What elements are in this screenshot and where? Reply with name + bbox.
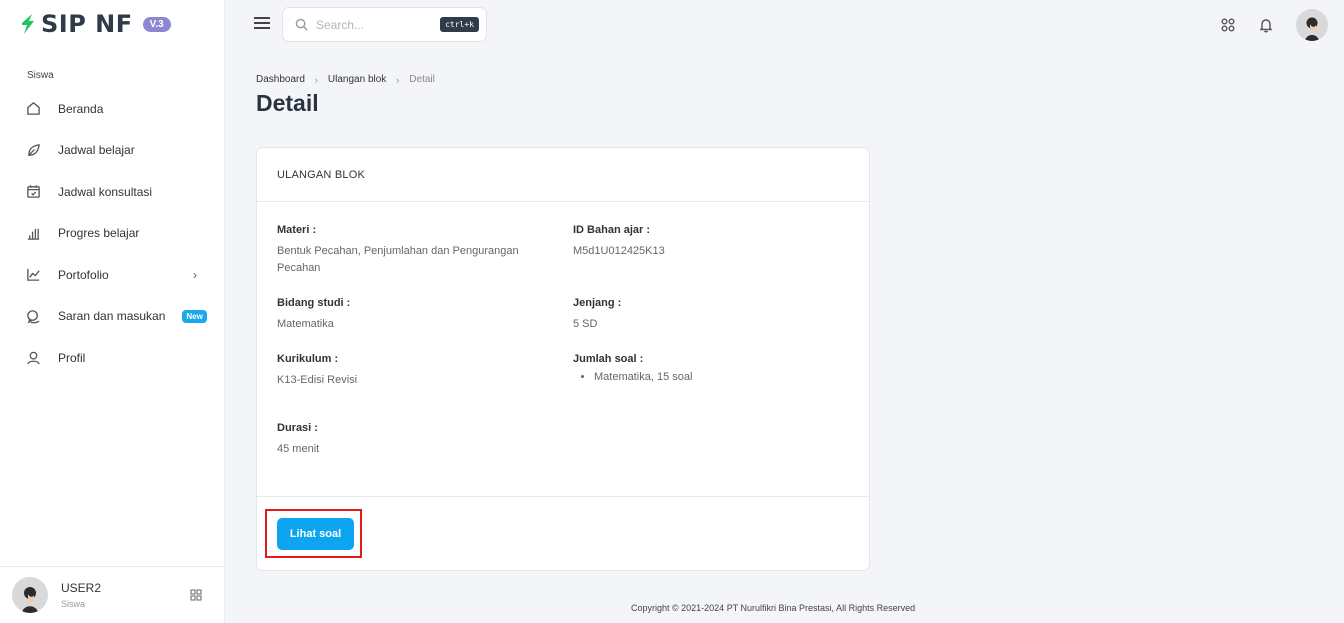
breadcrumb: Dashboard › Ulangan blok › Detail: [256, 74, 435, 85]
field-label: Materi :: [277, 224, 317, 236]
field-label: Kurikulum :: [277, 353, 339, 365]
field-value: K13-Edisi Revisi: [277, 374, 358, 386]
sidebar-item-saran-dan-masukan[interactable]: Saran dan masukan New: [0, 296, 224, 338]
field-value: M5d1U012425K13: [573, 245, 665, 257]
app-logo[interactable]: SIP NF V.3: [18, 10, 171, 38]
notification-bell-icon[interactable]: [1258, 17, 1274, 33]
sidebar-item-jadwal-belajar[interactable]: Jadwal belajar: [0, 130, 224, 172]
leaf-icon: [25, 142, 41, 158]
user-icon: [25, 350, 41, 366]
sidebar-item-progres-belajar[interactable]: Progres belajar: [0, 213, 224, 255]
chat-icon: [25, 308, 41, 324]
lihat-soal-button[interactable]: Lihat soal: [277, 518, 354, 550]
sidebar-user-box[interactable]: USER2 Siswa: [0, 566, 224, 623]
breadcrumb-separator-icon: ›: [396, 74, 400, 85]
sidebar-item-label: Progres belajar: [58, 226, 140, 241]
highlight-box: Lihat soal: [265, 509, 362, 558]
page-title: Detail: [256, 90, 319, 116]
breadcrumb-ulangan-blok[interactable]: Ulangan blok: [328, 74, 386, 85]
copyright-footer: Copyright © 2021-2024 PT Nurulfikri Bina…: [631, 603, 916, 613]
field-label: Durasi :: [277, 422, 318, 434]
breadcrumb-separator-icon: ›: [314, 74, 318, 85]
field-value: 45 menit: [277, 443, 320, 455]
profile-avatar[interactable]: [1296, 9, 1328, 41]
field-jumlah-soal: Jumlah soal : Matematika, 15 soal: [573, 353, 843, 383]
menu-toggle-icon[interactable]: [254, 17, 270, 31]
card-header: ULANGAN BLOK: [257, 148, 869, 202]
field-jenjang: Jenjang : 5 SD: [573, 297, 843, 333]
line-chart-icon: [25, 267, 41, 283]
sidebar: SIP NF V.3 Siswa Beranda Jadwal belajar …: [0, 0, 225, 623]
sidebar-item-profil[interactable]: Profil: [0, 337, 224, 379]
search-box[interactable]: ctrl+k: [282, 7, 487, 42]
field-kurikulum: Kurikulum : K13-Edisi Revisi: [277, 353, 547, 389]
logo-mark-icon: [22, 14, 34, 34]
field-value: Bentuk Pecahan, Penjumlahan dan Penguran…: [277, 245, 519, 274]
field-materi: Materi : Bentuk Pecahan, Penjumlahan dan…: [277, 224, 547, 277]
user-name: USER2: [61, 581, 102, 595]
apps-grid-icon[interactable]: [1220, 17, 1236, 33]
field-label: Jenjang :: [573, 297, 622, 309]
sidebar-item-jadwal-konsultasi[interactable]: Jadwal konsultasi: [0, 171, 224, 213]
field-label: Bidang studi :: [277, 297, 351, 309]
sidebar-item-label: Profil: [58, 350, 86, 365]
logo-text: SIP NF: [41, 10, 133, 38]
breadcrumb-current: Detail: [409, 74, 435, 85]
switch-account-icon[interactable]: [190, 589, 202, 601]
home-icon: [25, 101, 41, 117]
soal-list: Matematika, 15 soal: [573, 371, 843, 383]
sidebar-item-label: Portofolio: [58, 267, 109, 282]
list-item: Matematika, 15 soal: [594, 371, 843, 383]
breadcrumb-dashboard[interactable]: Dashboard: [256, 74, 305, 85]
sidebar-item-label: Jadwal belajar: [58, 143, 135, 158]
field-durasi: Durasi : 45 menit: [277, 422, 547, 458]
new-badge: New: [182, 309, 207, 323]
sidebar-item-label: Saran dan masukan: [58, 309, 166, 324]
sidebar-item-portofolio[interactable]: Portofolio ›: [0, 254, 224, 296]
search-shortcut-badge: ctrl+k: [440, 17, 479, 32]
sidebar-nav: Beranda Jadwal belajar Jadwal konsultasi…: [0, 88, 224, 379]
user-info: USER2 Siswa: [61, 581, 101, 609]
calendar-check-icon: [25, 184, 41, 200]
search-input[interactable]: [316, 17, 426, 32]
user-role: Siswa: [61, 599, 86, 609]
sidebar-item-label: Beranda: [58, 101, 104, 116]
chevron-right-icon: ›: [193, 267, 197, 282]
field-label: Jumlah soal :: [573, 353, 644, 365]
sidebar-item-label: Jadwal konsultasi: [58, 184, 153, 199]
avatar: [12, 577, 48, 613]
field-value: Matematika: [277, 318, 334, 330]
topbar-actions: [1220, 9, 1328, 41]
field-bidang-studi: Bidang studi : Matematika: [277, 297, 547, 333]
sidebar-section-label: Siswa: [27, 70, 54, 81]
field-label: ID Bahan ajar :: [573, 224, 651, 236]
field-id-bahan-ajar: ID Bahan ajar : M5d1U012425K13: [573, 224, 843, 260]
sidebar-item-beranda[interactable]: Beranda: [0, 88, 224, 130]
detail-card: ULANGAN BLOK Materi : Bentuk Pecahan, Pe…: [256, 147, 870, 571]
version-badge: V.3: [142, 16, 171, 32]
card-footer: Lihat soal: [257, 496, 869, 571]
bar-chart-icon: [25, 225, 41, 241]
field-value: 5 SD: [573, 318, 598, 330]
search-icon: [295, 18, 308, 31]
